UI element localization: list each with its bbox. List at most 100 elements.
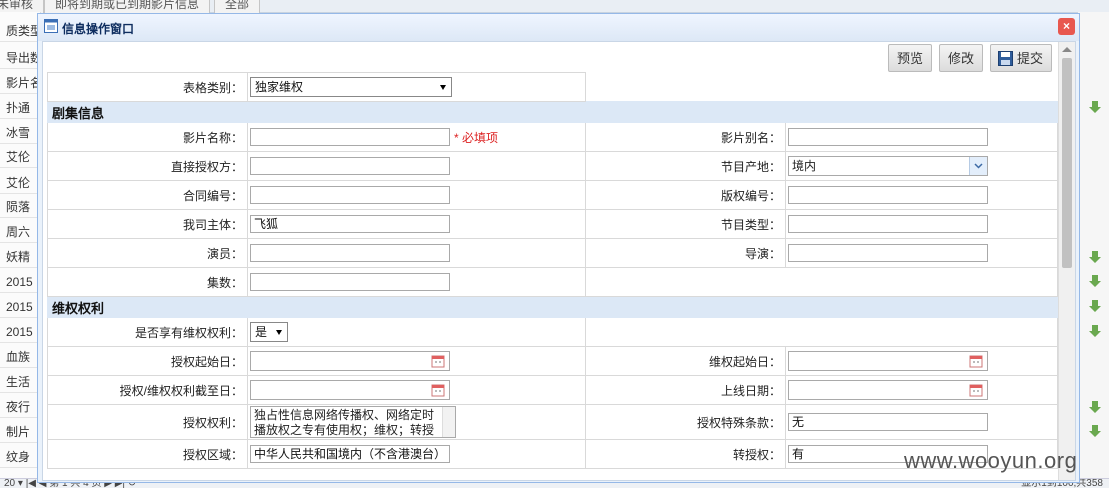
list-item[interactable]: 导出数 bbox=[0, 47, 40, 69]
table-row[interactable]: 纹身 bbox=[0, 446, 40, 468]
edit-button[interactable]: 修改 bbox=[939, 44, 983, 72]
required-hint: * 必填项 bbox=[454, 130, 499, 145]
dialog-toolbar: 预览 修改 提交 bbox=[43, 42, 1057, 74]
license-rights-label: 授权权利： bbox=[47, 404, 248, 440]
enjoy-rights-value: 是 bbox=[255, 325, 268, 339]
copyright-label: 版权编号： bbox=[585, 180, 786, 210]
calendar-icon[interactable] bbox=[969, 383, 983, 397]
submit-button[interactable]: 提交 bbox=[990, 44, 1052, 72]
info-form: 表格类别： 独家维权 剧集信息 影片名称： * 必填项 影片别名： 直接授权方：… bbox=[47, 72, 1058, 469]
table-type-select[interactable]: 独家维权 bbox=[250, 77, 452, 97]
textarea-scrollbar[interactable] bbox=[442, 407, 455, 437]
license-start-date[interactable] bbox=[250, 351, 450, 371]
table-row[interactable]: 艾伦 bbox=[0, 172, 40, 194]
table-row[interactable]: 周六 bbox=[0, 221, 40, 243]
background-grid-column: 质类型 导出数 影片名 扑通 冰雪 艾伦 艾伦 陨落 周六 妖精 2015 20… bbox=[0, 12, 41, 482]
program-type-label: 节目类型： bbox=[585, 209, 786, 239]
close-icon[interactable]: × bbox=[1058, 18, 1075, 35]
download-icon[interactable] bbox=[1088, 299, 1102, 313]
section-series-info: 剧集信息 bbox=[47, 101, 1058, 123]
caret-down-icon bbox=[440, 85, 446, 90]
section-rights: 维权权利 bbox=[47, 296, 1058, 318]
table-row[interactable]: 陨落 bbox=[0, 196, 40, 218]
license-end-label: 授权/维权权利截至日： bbox=[47, 375, 248, 405]
tab-all[interactable]: 全部 bbox=[214, 0, 261, 14]
table-type-label: 表格类别： bbox=[47, 72, 248, 102]
caret-down-icon bbox=[276, 330, 282, 335]
download-icon[interactable] bbox=[1088, 274, 1102, 288]
direct-licensor-label: 直接授权方： bbox=[47, 151, 248, 181]
list-item: 质类型 bbox=[0, 20, 40, 42]
table-row[interactable]: 生活 bbox=[0, 371, 40, 393]
entity-label: 我司主体： bbox=[47, 209, 248, 239]
license-rights-value: 独占性信息网络传播权、网络定时播放权之专有使用权；维权；转授 bbox=[254, 408, 435, 437]
list-item: 影片名 bbox=[0, 72, 40, 94]
calendar-icon[interactable] bbox=[431, 383, 445, 397]
entity-input[interactable]: 飞狐 bbox=[250, 215, 450, 233]
title-input[interactable] bbox=[250, 128, 450, 146]
table-row[interactable]: 2015 bbox=[0, 271, 40, 293]
scrollbar-thumb[interactable] bbox=[1062, 58, 1072, 268]
contract-label: 合同编号： bbox=[47, 180, 248, 210]
title-label: 影片名称： bbox=[47, 122, 248, 152]
special-terms-label: 授权特殊条款： bbox=[585, 404, 786, 440]
watermark: www.wooyun.org bbox=[904, 448, 1078, 473]
region-label: 授权区域： bbox=[47, 439, 248, 469]
table-row[interactable]: 血族 bbox=[0, 346, 40, 368]
download-icon[interactable] bbox=[1088, 250, 1102, 264]
online-date-label: 上线日期： bbox=[585, 375, 786, 405]
download-icon[interactable] bbox=[1088, 424, 1102, 438]
online-date[interactable] bbox=[788, 380, 988, 400]
calendar-icon[interactable] bbox=[969, 354, 983, 368]
table-type-value: 独家维权 bbox=[255, 80, 304, 94]
download-icon[interactable] bbox=[1088, 324, 1102, 338]
scroll-up-icon[interactable] bbox=[1062, 47, 1072, 52]
dialog-titlebar[interactable]: 信息操作窗口 × bbox=[38, 14, 1079, 41]
dialog-scrollbar[interactable] bbox=[1058, 42, 1075, 480]
table-row[interactable]: 2015 bbox=[0, 296, 40, 318]
table-row[interactable]: 2015 bbox=[0, 321, 40, 343]
background-tab-strip: 未审核 即将到期或已到期影片信息 全部 bbox=[0, 0, 1109, 14]
dialog-body: 预览 修改 提交 表格类别： 独家维权 剧集信息 影片名称： * 必填项 影片别… bbox=[42, 41, 1076, 481]
actors-input[interactable] bbox=[250, 244, 450, 262]
director-input[interactable] bbox=[788, 244, 988, 262]
alias-input[interactable] bbox=[788, 128, 988, 146]
table-row[interactable]: 扑通 bbox=[0, 97, 40, 119]
origin-value: 境内 bbox=[792, 159, 817, 173]
director-label: 导演： bbox=[585, 238, 786, 268]
rights-start-date[interactable] bbox=[788, 351, 988, 371]
license-end-date[interactable] bbox=[250, 380, 450, 400]
save-icon bbox=[998, 51, 1013, 66]
table-row[interactable]: 夜行 bbox=[0, 396, 40, 418]
origin-label: 节目产地： bbox=[585, 151, 786, 181]
preview-button[interactable]: 预览 bbox=[888, 44, 932, 72]
rights-start-label: 维权起始日： bbox=[585, 346, 786, 376]
table-row[interactable]: 妖精 bbox=[0, 246, 40, 268]
region-input[interactable]: 中华人民共和国境内（不含港澳台） bbox=[250, 445, 450, 463]
info-operation-dialog: 信息操作窗口 × 预览 修改 提交 表格类别： 独家维权 剧集信息 影片名称： … bbox=[37, 13, 1080, 483]
calendar-icon[interactable] bbox=[431, 354, 445, 368]
combo-arrow[interactable] bbox=[969, 157, 987, 175]
episodes-label: 集数： bbox=[47, 267, 248, 297]
special-terms-input[interactable]: 无 bbox=[788, 413, 988, 431]
table-row[interactable]: 艾伦 bbox=[0, 146, 40, 168]
enjoy-rights-select[interactable]: 是 bbox=[250, 322, 288, 342]
contract-input[interactable] bbox=[250, 186, 450, 204]
episodes-input[interactable] bbox=[250, 273, 450, 291]
license-rights-textarea[interactable]: 独占性信息网络传播权、网络定时播放权之专有使用权；维权；转授 bbox=[250, 406, 456, 438]
direct-licensor-input[interactable] bbox=[250, 157, 450, 175]
license-start-label: 授权起始日： bbox=[47, 346, 248, 376]
sublicense-label: 转授权： bbox=[585, 439, 786, 469]
download-icon[interactable] bbox=[1088, 100, 1102, 114]
copyright-input[interactable] bbox=[788, 186, 988, 204]
table-row[interactable]: 制片 bbox=[0, 421, 40, 443]
tab-expiring[interactable]: 即将到期或已到期影片信息 bbox=[44, 0, 211, 14]
window-icon bbox=[44, 19, 58, 33]
alias-label: 影片别名： bbox=[585, 122, 786, 152]
program-type-input[interactable] bbox=[788, 215, 988, 233]
origin-combobox[interactable]: 境内 bbox=[788, 156, 988, 176]
submit-label: 提交 bbox=[1017, 51, 1044, 66]
download-icon[interactable] bbox=[1088, 400, 1102, 414]
actors-label: 演员： bbox=[47, 238, 248, 268]
table-row[interactable]: 冰雪 bbox=[0, 122, 40, 144]
